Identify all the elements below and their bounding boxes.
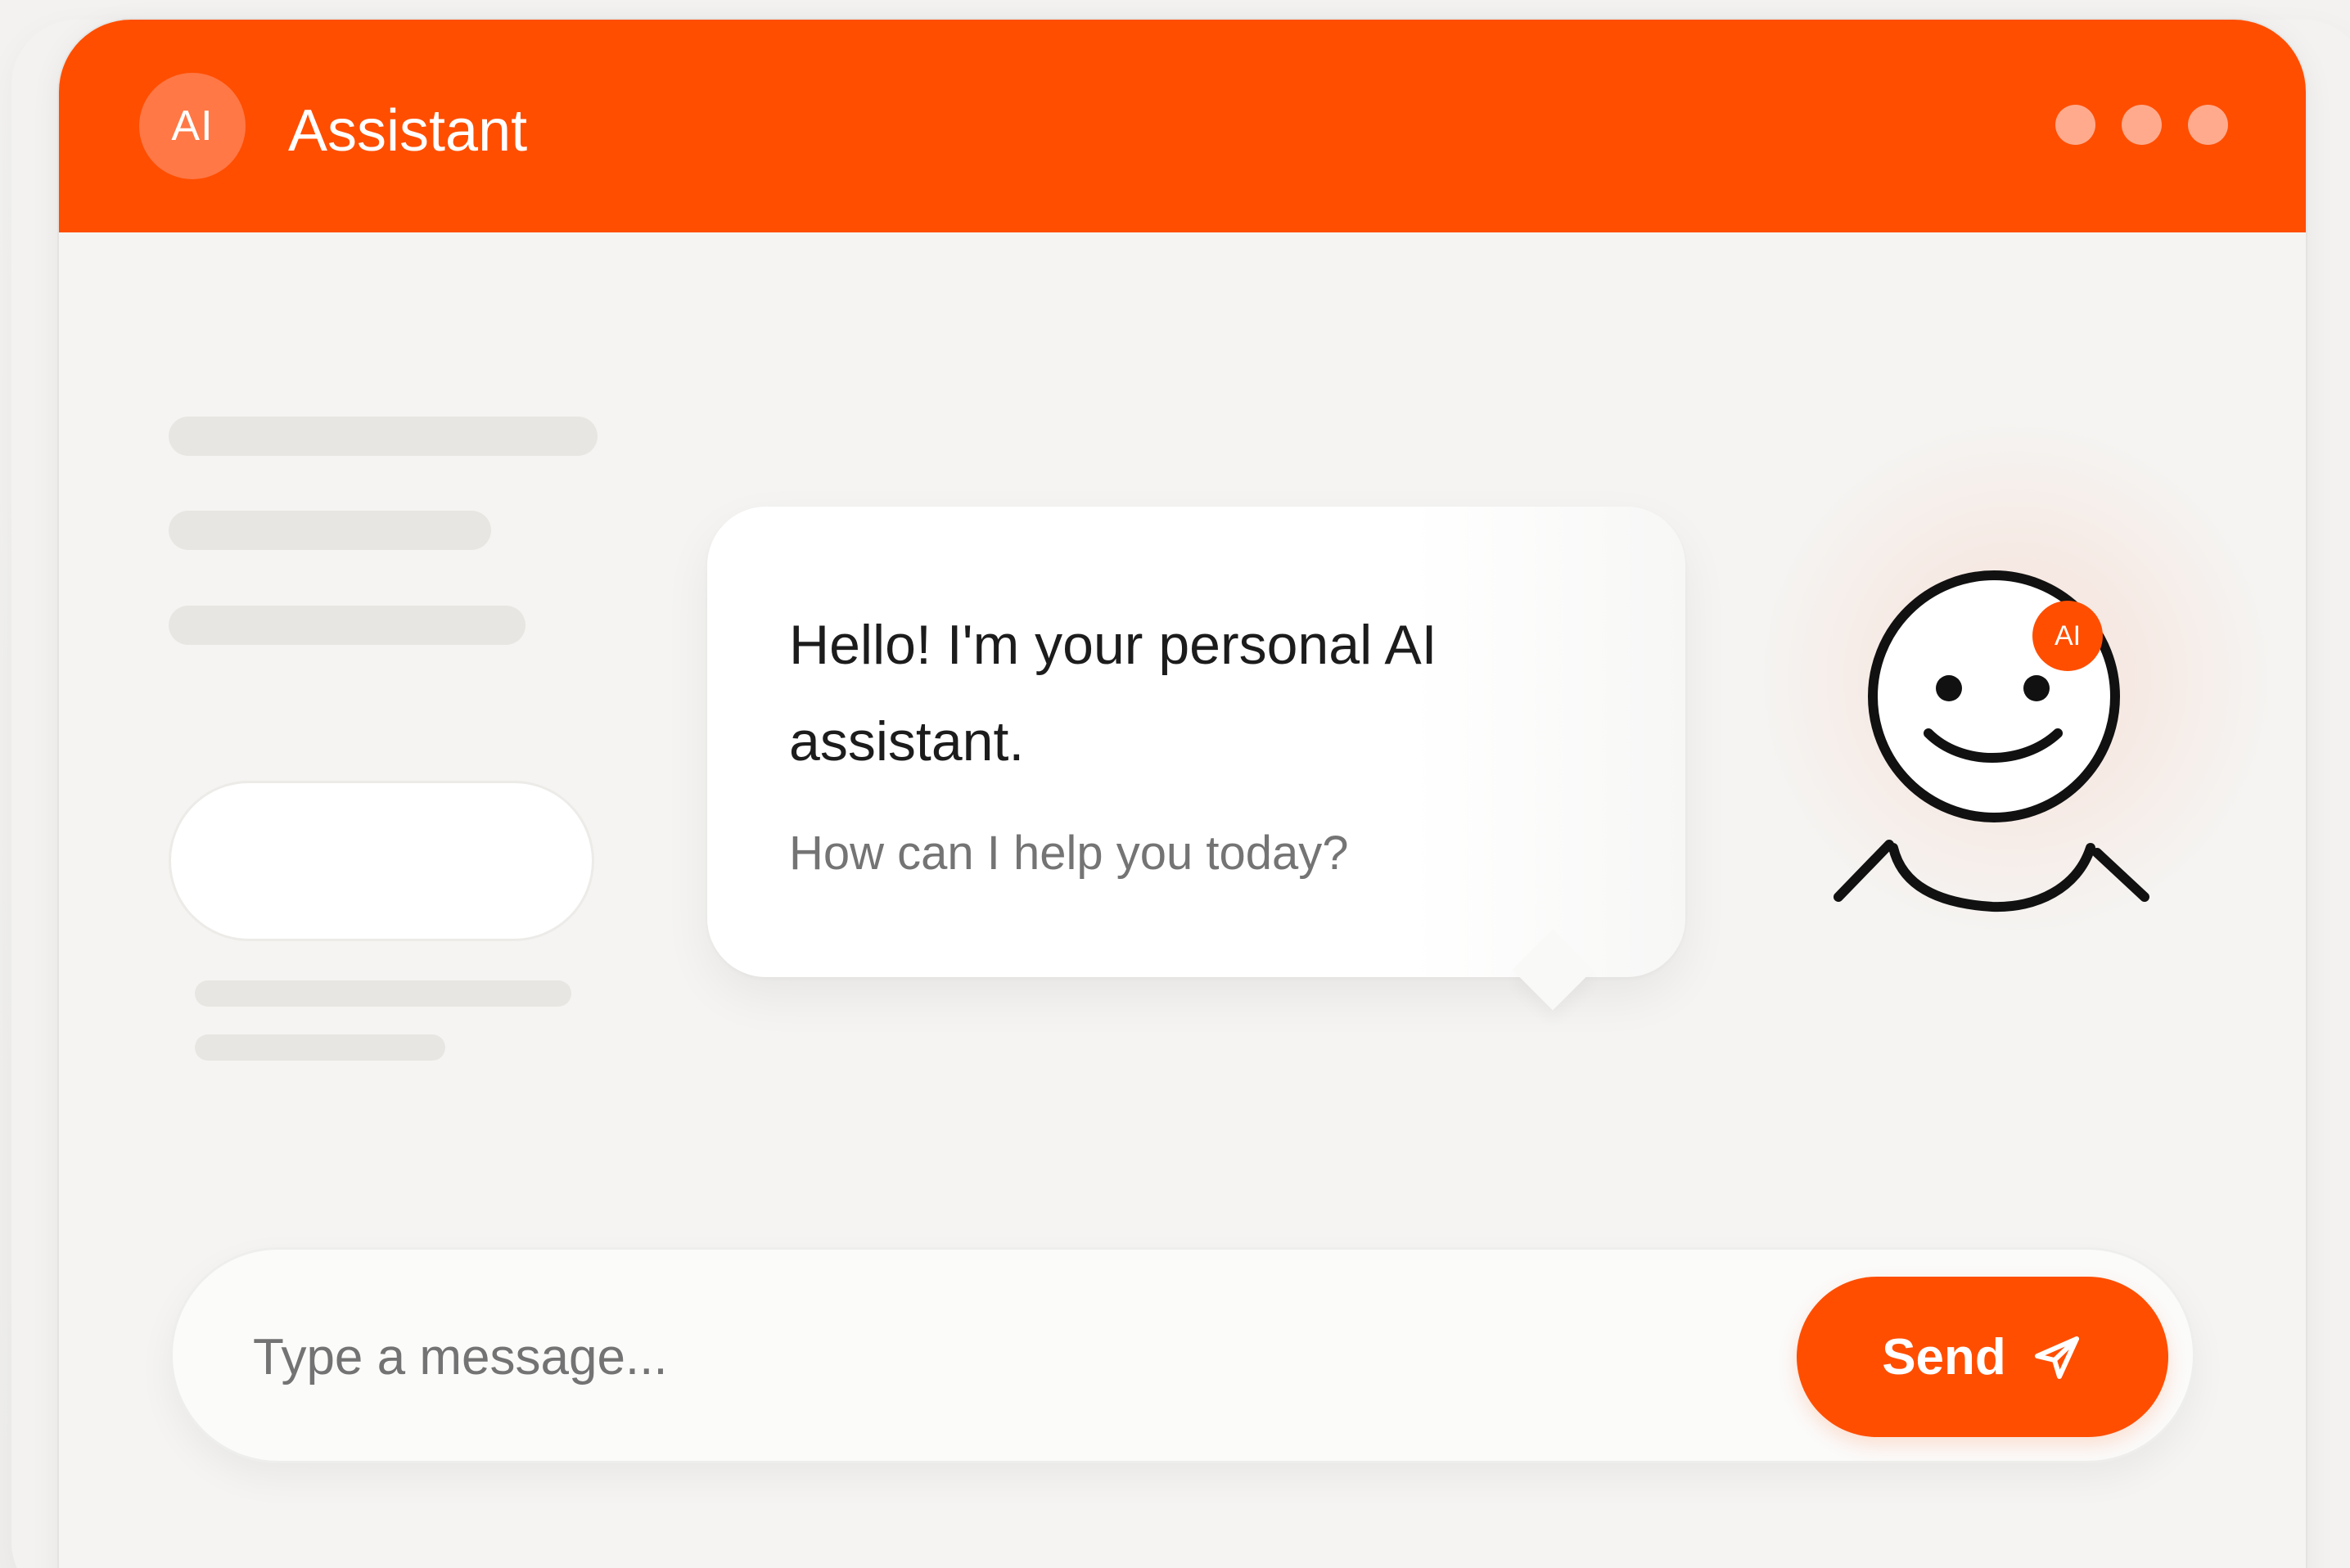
skeleton-line [169, 511, 491, 550]
assistant-window: AI Assistant Hello! I'm your personal AI… [59, 20, 2306, 1568]
message-input[interactable] [251, 1307, 1728, 1407]
menu-dot[interactable] [2122, 105, 2162, 145]
assistant-badge: AI [2032, 601, 2103, 671]
skeleton-line [169, 417, 598, 456]
menu-dot[interactable] [2055, 105, 2095, 145]
assistant-avatar: AI [139, 73, 246, 179]
send-button[interactable]: Send [1797, 1277, 2168, 1437]
more-dots-icon[interactable] [2055, 105, 2228, 145]
placeholder-card [169, 781, 594, 941]
smiling-face-icon [1834, 570, 2149, 912]
assistant-greeting: Hello! I'm your personal AI assistant. [789, 614, 1437, 773]
skeleton-line [169, 606, 525, 645]
send-button-label: Send [1882, 1328, 2006, 1386]
paper-plane-icon [2031, 1331, 2083, 1383]
menu-dot[interactable] [2188, 105, 2228, 145]
app-stage: AI Assistant Hello! I'm your personal AI… [0, 0, 2350, 1568]
message-composer: Send [170, 1247, 2195, 1463]
window-title: Assistant [288, 98, 528, 164]
skeleton-line [195, 1034, 445, 1061]
assistant-prompt: How can I help you today? [789, 827, 1349, 880]
skeleton-line [195, 980, 571, 1007]
assistant-message-bubble: Hello! I'm your personal AI assistant. H… [707, 507, 1685, 977]
assistant-header: AI Assistant [59, 20, 2306, 232]
